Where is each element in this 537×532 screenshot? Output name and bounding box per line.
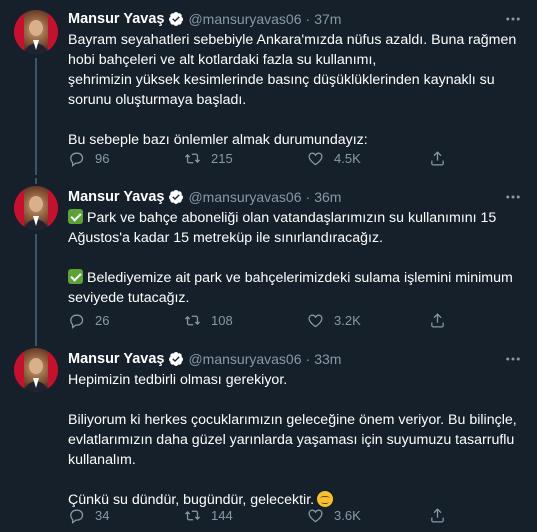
like-count: 3.6K [334, 507, 361, 523]
like-button[interactable]: 3.2K [307, 310, 361, 330]
reply-count: 96 [95, 150, 110, 166]
reply-button[interactable]: 34 [68, 505, 109, 525]
author-handle[interactable]: @mansuryavas06 [188, 189, 301, 205]
share-icon [431, 150, 444, 166]
thread-line [35, 58, 37, 175]
tweet-line: Biliyorum ki herkes çocuklarımızın gelec… [68, 412, 517, 428]
avatar[interactable] [14, 186, 58, 230]
like-button[interactable]: 3.6K [307, 505, 361, 525]
retweet-count: 144 [211, 507, 233, 523]
share-icon [431, 507, 444, 523]
like-button[interactable]: 4.5K [307, 148, 361, 168]
thread-line [35, 178, 37, 184]
author-name[interactable]: Mansur Yavaş [68, 351, 164, 367]
reply-icon [70, 509, 84, 524]
more-options-icon[interactable] [503, 349, 523, 369]
tweet[interactable]: Mansur Yavaş @mansuryavas06 · 37m Bayram… [0, 0, 537, 175]
author-handle[interactable]: @mansuryavas06 [188, 351, 301, 367]
check-mark-emoji [68, 269, 83, 284]
separator-dot: · [305, 11, 311, 27]
author-handle[interactable]: @mansuryavas06 [188, 11, 301, 27]
separator-dot: · [305, 189, 311, 205]
retweet-icon [184, 510, 201, 520]
author-name[interactable]: Mansur Yavaş [68, 11, 164, 27]
retweet-button[interactable]: 108 [184, 310, 233, 330]
tweet-line-text: Park ve bahçe aboneliği olan vatandaşlar… [87, 210, 497, 226]
reply-icon [70, 314, 84, 329]
tweet-text: Hepimizin tedbirli olması gerekiyor. Bil… [68, 370, 523, 510]
tweet-actions: 96 215 4.5K [68, 148, 523, 168]
tweet-line: kullanalım. [68, 452, 136, 468]
tweet-line: Hepimizin tedbirli olması gerekiyor. [68, 372, 288, 388]
tweet-line: Park ve bahçe aboneliği olan vatandaşlar… [68, 208, 523, 228]
reply-button[interactable]: 26 [68, 310, 109, 330]
like-count: 3.2K [334, 312, 361, 328]
tweet-header: Mansur Yavaş @mansuryavas06 · 36m [68, 187, 341, 207]
retweet-count: 108 [211, 312, 233, 328]
thread-line [35, 234, 37, 340]
tweet-line: hobi bahçeleri ve alt kotlardaki fazla s… [68, 52, 377, 68]
tweet[interactable]: Mansur Yavaş @mansuryavas06 · 36m Park v… [0, 178, 537, 340]
more-options-icon[interactable] [503, 9, 523, 29]
tweet-line: evlatlarımızın daha güzel yarınlarda yaş… [68, 432, 515, 448]
like-icon [308, 314, 323, 327]
tweet-line: şehrimizin yüksek kesimlerinde basınç dü… [68, 72, 495, 88]
avatar[interactable] [14, 348, 58, 392]
tweet-line: Bu sebeple bazı önlemler almak durumunda… [68, 132, 368, 148]
retweet-icon [184, 153, 201, 163]
tweet[interactable]: Mansur Yavaş @mansuryavas06 · 33m Hepimi… [0, 340, 537, 532]
tweet-line-text: Belediyemize ait park ve bahçelerimizdek… [87, 270, 513, 286]
reply-count: 26 [95, 312, 110, 328]
tweet-timestamp[interactable]: 36m [314, 189, 341, 205]
reply-icon [70, 152, 84, 167]
like-icon [308, 152, 323, 165]
share-button[interactable] [429, 148, 456, 168]
tweet-header: Mansur Yavaş @mansuryavas06 · 37m [68, 9, 341, 29]
reply-count: 34 [95, 507, 110, 523]
share-button[interactable] [429, 310, 456, 330]
like-count: 4.5K [334, 150, 361, 166]
retweet-button[interactable]: 215 [184, 148, 233, 168]
separator-dot: · [305, 351, 311, 367]
tweet-line: Bayram seyahatleri sebebiyle Ankara'mızd… [68, 32, 517, 48]
tweet-line: Belediyemize ait park ve bahçelerimizdek… [68, 268, 523, 288]
retweet-icon [184, 315, 201, 325]
tweet-header: Mansur Yavaş @mansuryavas06 · 33m [68, 349, 341, 369]
avatar[interactable] [14, 10, 58, 54]
more-options-icon[interactable] [503, 187, 523, 207]
like-icon [308, 509, 323, 522]
thread-line [35, 340, 37, 346]
tweet-line: Ağustos'a kadar 15 metreküp ile sınırlan… [68, 230, 383, 246]
tweet-actions: 26 108 3.2K [68, 310, 523, 330]
verified-badge-icon [169, 190, 184, 205]
tweet-timestamp[interactable]: 37m [314, 11, 341, 27]
tweet-actions: 34 144 3.6K [68, 505, 523, 525]
share-button[interactable] [429, 505, 456, 525]
tweet-timestamp[interactable]: 33m [314, 351, 341, 367]
tweet-line: sorunu oluşturmaya başladı. [68, 92, 247, 108]
tweet-line: seviyede tutacağız. [68, 290, 190, 306]
check-mark-emoji [68, 209, 83, 224]
verified-badge-icon [169, 352, 184, 367]
retweet-button[interactable]: 144 [184, 505, 233, 525]
author-name[interactable]: Mansur Yavaş [68, 189, 164, 205]
verified-badge-icon [169, 12, 184, 27]
reply-button[interactable]: 96 [68, 148, 109, 168]
share-icon [431, 312, 444, 328]
tweet-text: Park ve bahçe aboneliği olan vatandaşlar… [68, 208, 523, 308]
retweet-count: 215 [211, 150, 233, 166]
tweet-text: Bayram seyahatleri sebebiyle Ankara'mızd… [68, 30, 523, 150]
